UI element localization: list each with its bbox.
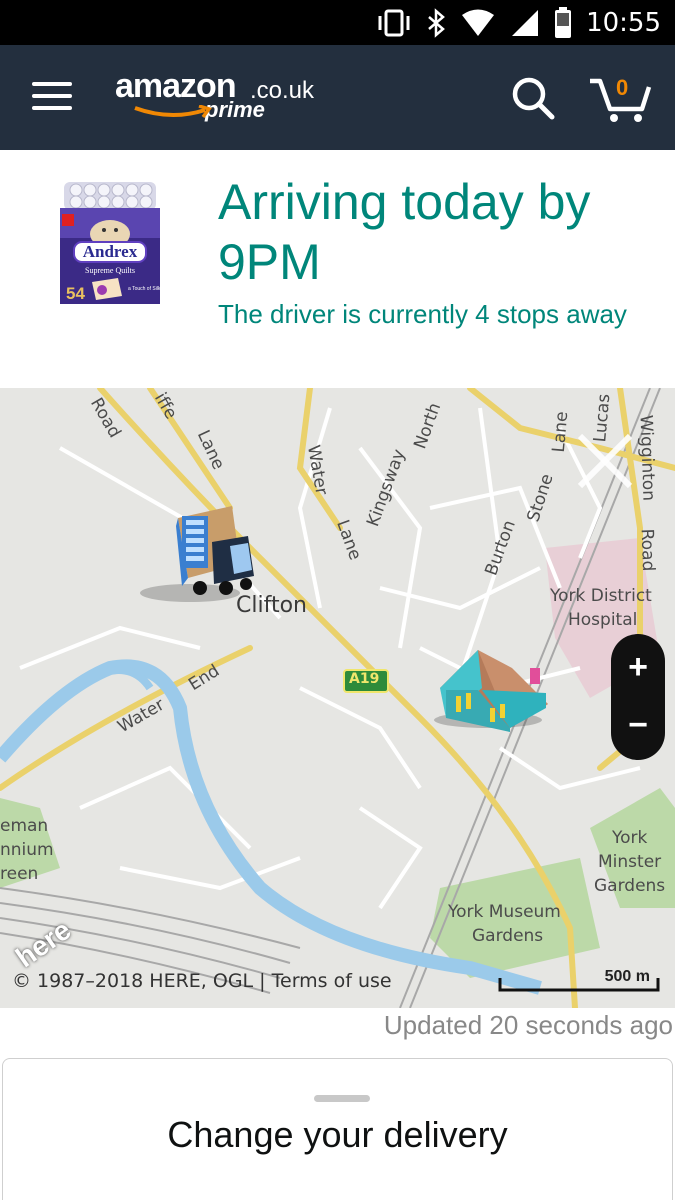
place-label: Hospital xyxy=(568,610,638,630)
battery-icon xyxy=(555,6,572,38)
arrival-title: Arriving today by 9PM xyxy=(218,174,591,290)
place-label: Clifton xyxy=(236,593,307,618)
menu-icon xyxy=(32,82,72,86)
cart-button[interactable]: 0 xyxy=(588,73,652,123)
clock: 10:55 xyxy=(586,7,661,38)
app-header: amazon .co.uk prime 0 xyxy=(0,45,675,150)
last-updated: Updated 20 seconds ago xyxy=(383,1010,673,1040)
drag-handle[interactable] xyxy=(314,1095,370,1102)
search-button[interactable] xyxy=(510,75,556,121)
place-label: eman xyxy=(0,816,49,836)
zoom-control: + − xyxy=(611,634,665,760)
zoom-out-button[interactable]: − xyxy=(611,696,665,754)
place-label: Gardens xyxy=(472,926,544,946)
driver-status: The driver is currently 4 stops away xyxy=(218,299,627,329)
bluetooth-icon xyxy=(428,7,445,38)
product-image: Andrex Supreme Quilts 54 a Touch of Silk xyxy=(56,178,164,306)
close-map-button[interactable] xyxy=(572,428,638,494)
cart-count: 0 xyxy=(616,75,629,100)
amazon-logo[interactable]: amazon .co.uk prime xyxy=(115,67,315,127)
road-label: Lane xyxy=(548,410,573,454)
menu-button[interactable] xyxy=(32,82,72,112)
copyright-text: © 1987–2018 HERE, OGL | xyxy=(12,970,266,992)
place-label: York xyxy=(612,828,648,848)
place-label: reen xyxy=(0,864,39,884)
road-label: Road xyxy=(636,528,659,572)
change-delivery-label: Change your delivery xyxy=(167,1114,508,1155)
place-label: nnium xyxy=(0,840,54,860)
smile-arrow-icon xyxy=(134,105,212,119)
delivery-map[interactable]: Clifton York District Hospital York Mins… xyxy=(0,388,675,1008)
vibrate-icon xyxy=(378,9,410,36)
search-icon xyxy=(512,77,555,120)
status-bar: 10:55 xyxy=(0,0,675,45)
product-brand: Andrex xyxy=(83,242,138,261)
product-pack-count: 54 xyxy=(66,284,85,303)
signal-icon xyxy=(512,9,539,36)
road-label-a19: A19 xyxy=(349,671,380,687)
product-subtitle: Supreme Quilts xyxy=(85,266,135,275)
scale-label: 500 m xyxy=(604,968,650,985)
change-delivery-button[interactable]: Change your delivery xyxy=(2,1058,673,1200)
zoom-in-button[interactable]: + xyxy=(611,638,665,696)
wifi-icon xyxy=(462,9,495,36)
scale-bar: 500 m xyxy=(498,966,662,994)
place-label: York Museum xyxy=(448,902,561,922)
road-label: Wigginton xyxy=(635,414,659,502)
product-tagline: a Touch of Silk xyxy=(128,286,161,292)
place-label: York District xyxy=(550,586,652,606)
place-label: Gardens xyxy=(594,876,666,896)
close-icon xyxy=(577,433,633,489)
logo-prime: prime xyxy=(205,97,265,122)
terms-of-use-link[interactable]: Terms of use xyxy=(272,970,392,992)
map-attribution: © 1987–2018 HERE, OGL | Terms of use xyxy=(12,970,392,992)
place-label: Minster xyxy=(598,852,662,872)
